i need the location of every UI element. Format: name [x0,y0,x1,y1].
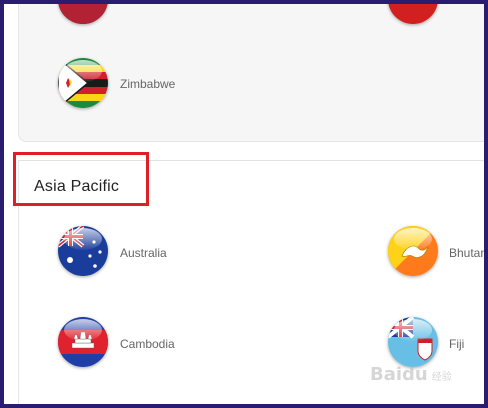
country-label-zimbabwe[interactable]: Zimbabwe [120,77,175,91]
bhutan-flag-icon[interactable] [388,226,438,276]
highlight-annotation-box [13,152,149,206]
country-label-bhutan[interactable]: Bhutan [449,246,484,260]
country-label-australia[interactable]: Australia [120,246,167,260]
country-label-cambodia[interactable]: Cambodia [120,337,175,351]
fiji-flag-icon[interactable] [388,317,438,367]
cambodia-flag-icon[interactable] [58,317,108,367]
baidu-watermark-logo: Baidu 经验 [370,364,452,385]
zimbabwe-flag-icon[interactable] [58,58,108,108]
country-label-fiji[interactable]: Fiji [449,337,464,351]
australia-flag-icon[interactable] [58,226,108,276]
screenshot-frame: Zimbabwe Asia Pacific Australia Bhutan C… [4,4,484,404]
